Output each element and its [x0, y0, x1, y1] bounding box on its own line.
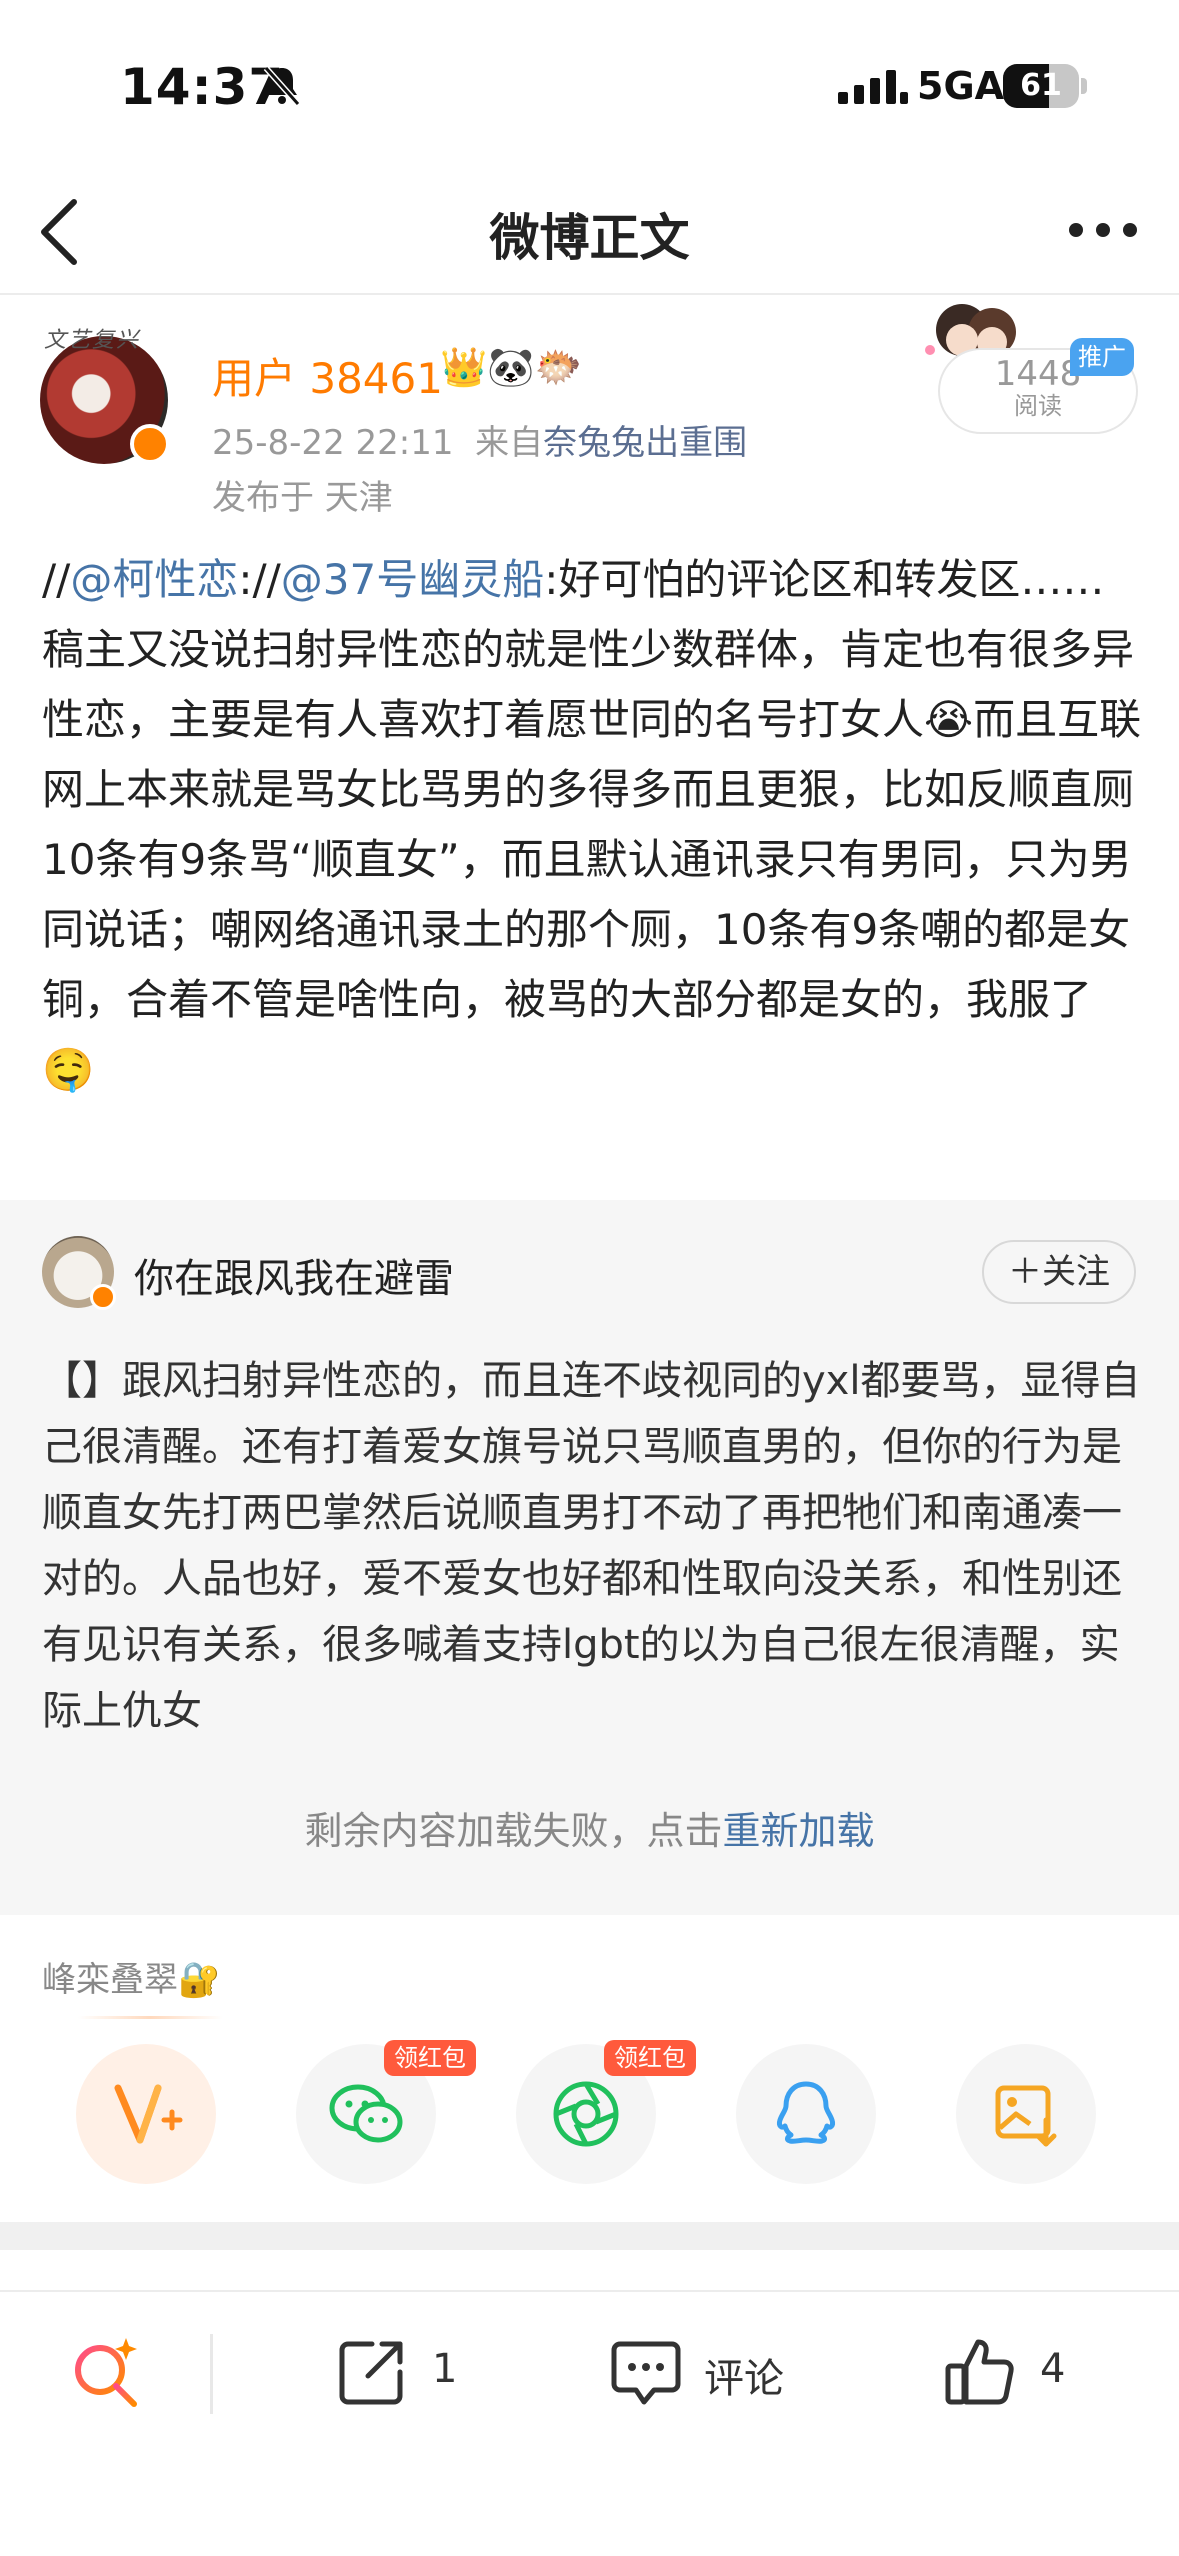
original-author-avatar[interactable] [42, 1236, 116, 1310]
nav-bar: 微博正文 [0, 170, 1179, 295]
reload-link[interactable]: 重新加载 [723, 1809, 875, 1853]
battery-level: 61 [1020, 68, 1062, 103]
repost-separator: :// [238, 555, 281, 604]
mute-bell-icon [262, 64, 302, 112]
post-text: //@柯性恋://@37号幽灵船:好可怕的评论区和转发区……稿主又没说扫射异性恋… [42, 545, 1142, 1105]
share-hint-underline [78, 2016, 223, 2019]
original-post-text: 【】跟风扫射异性恋的，而且连不歧视同的yxl都要骂，显得自己很清醒。还有打着爱女… [42, 1358, 1141, 1734]
author-avatar[interactable]: 文艺复兴 [40, 322, 170, 464]
wechat-icon [329, 2084, 403, 2143]
post-meta: 25-8-22 22:11 来自奈兔兔出重围 [212, 415, 747, 464]
save-image-icon [995, 2085, 1057, 2147]
toolbar-divider [210, 2334, 213, 2414]
save-image-button[interactable] [956, 2044, 1096, 2184]
search-icon [75, 2338, 137, 2407]
comment-button[interactable]: 评论 [606, 2332, 806, 2412]
post-source[interactable]: 奈兔兔出重围 [543, 423, 747, 463]
thumbs-up-icon [945, 2339, 1014, 2405]
mention-link[interactable]: @37号幽灵船 [281, 555, 544, 604]
moments-icon [553, 2081, 619, 2147]
like-button[interactable]: 4 [940, 2332, 1070, 2412]
qq-icon [777, 2081, 835, 2144]
search-button[interactable] [66, 2332, 146, 2412]
comment-icon [611, 2341, 681, 2405]
author-name[interactable]: 用户 38461 [212, 345, 443, 406]
section-divider [0, 2222, 1179, 2250]
load-failed-text: 剩余内容加载失败，点击 [304, 1809, 723, 1853]
mention-link[interactable]: @柯性恋 [70, 555, 238, 604]
post-body-text: :好可怕的评论区和转发区……稿主又没说扫射异性恋的就是性少数群体，肯定也有很多异… [42, 555, 1142, 1094]
red-packet-badge: 领红包 [384, 2040, 476, 2076]
promoted-badge: 推广 [1070, 338, 1134, 376]
network-type: 5GA [917, 64, 1005, 108]
like-count: 4 [1040, 2346, 1066, 2392]
repost-prefix: // [42, 555, 71, 604]
vplus-share-button[interactable] [76, 2044, 216, 2184]
red-packet-badge: 领红包 [604, 2040, 696, 2076]
status-time: 14:37 [120, 58, 285, 116]
repost-count: 1 [432, 2346, 458, 2392]
comment-label: 评论 [704, 2356, 784, 2402]
original-post-card[interactable]: 你在跟风我在避雷 ＋关注 【】跟风扫射异性恋的，而且连不歧视同的yxl都要骂，显… [0, 1200, 1179, 1915]
repost-button[interactable]: 1 [332, 2332, 462, 2412]
battery-icon: 61 [1003, 64, 1087, 108]
post-datetime: 25-8-22 22:11 [212, 423, 454, 463]
avatar-tag: 文艺复兴 [44, 328, 141, 353]
share-hint: 峰栾叠翠🔐 [42, 1960, 221, 2000]
verified-badge-icon [90, 1284, 116, 1310]
vplus-icon [114, 2084, 183, 2144]
user-badges: 👑🐼🐡 [440, 345, 582, 389]
load-failed-message: 剩余内容加载失败，点击重新加载 [0, 1800, 1179, 1855]
verified-badge-icon [130, 424, 170, 464]
more-options-button[interactable] [1068, 220, 1138, 244]
source-prefix: 来自 [475, 423, 544, 463]
signal-icon [838, 70, 908, 108]
status-bar: 14:37 5GA 61 [0, 0, 1179, 170]
follow-button[interactable]: ＋关注 [982, 1240, 1136, 1304]
page-title: 微博正文 [489, 209, 690, 267]
qq-share-button[interactable] [736, 2044, 876, 2184]
repost-icon [339, 2341, 403, 2405]
original-author-name[interactable]: 你在跟风我在避雷 [134, 1246, 454, 1304]
post-location: 发布于 天津 [212, 478, 393, 518]
read-label: 阅读 [1014, 392, 1062, 420]
bottom-toolbar: 1 评论 4 [0, 2290, 1179, 2440]
